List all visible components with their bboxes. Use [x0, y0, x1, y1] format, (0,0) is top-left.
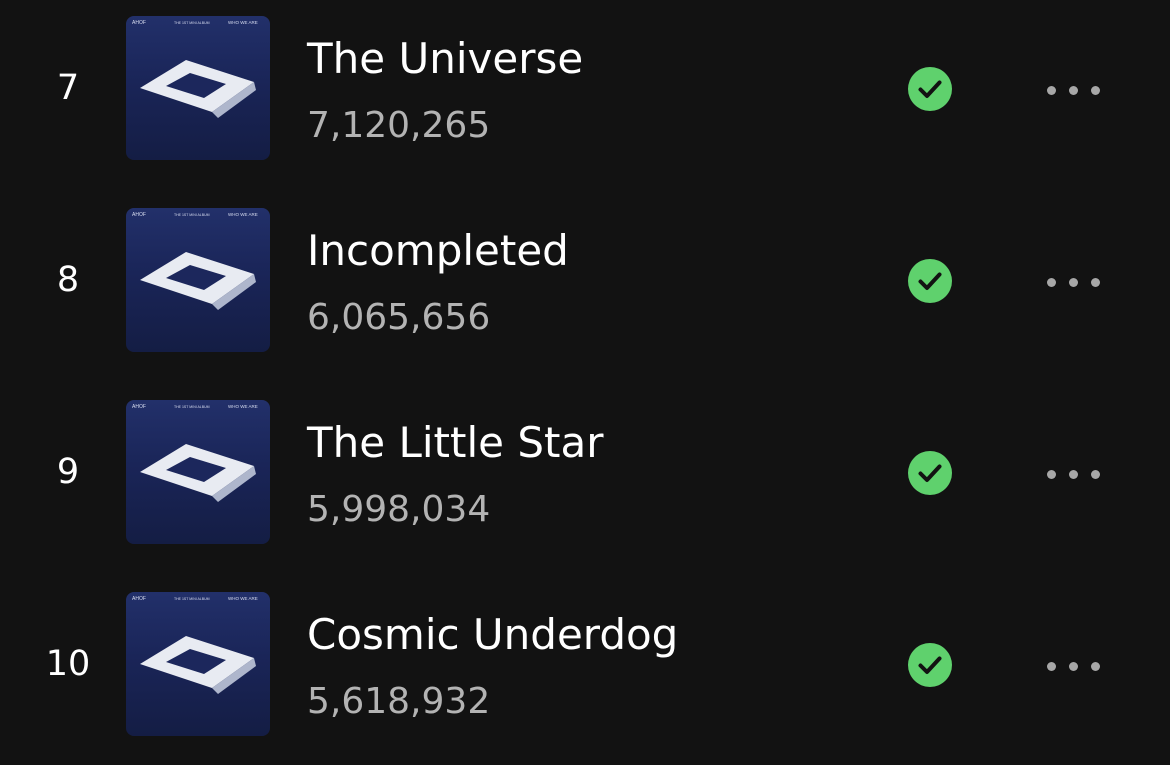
track-rank: 7 — [56, 68, 80, 108]
track-rank: 8 — [56, 260, 80, 300]
cover-album-text: THE 1ST MINI ALBUM — [174, 213, 210, 217]
track-list: 7 AHOF THE 1ST MINI ALBUM WHO WE ARE The… — [0, 0, 1170, 765]
cover-diamond-logo — [140, 444, 256, 502]
cover-album-text: THE 1ST MINI ALBUM — [174, 21, 210, 25]
more-dot — [1091, 278, 1100, 287]
more-dot — [1069, 662, 1078, 671]
track-title: The Little Star — [307, 418, 604, 467]
track-title: Incompleted — [307, 226, 569, 275]
check-circle-icon — [908, 643, 952, 687]
track-row[interactable]: 10 AHOF THE 1ST MINI ALBUM WHO WE ARE Co… — [0, 592, 1170, 742]
play-count: 5,618,932 — [307, 681, 491, 722]
cover-diamond-logo — [140, 636, 256, 694]
album-cover: AHOF THE 1ST MINI ALBUM WHO WE ARE — [126, 400, 270, 544]
more-horizontal-icon — [1047, 470, 1056, 479]
more-dot — [1091, 662, 1100, 671]
cover-title-text: WHO WE ARE — [228, 20, 258, 25]
more-dot — [1069, 86, 1078, 95]
track-title: The Universe — [307, 34, 584, 83]
check-circle-icon — [908, 67, 952, 111]
cover-title-text: WHO WE ARE — [228, 404, 258, 409]
more-dot — [1069, 470, 1078, 479]
play-count: 7,120,265 — [307, 105, 491, 146]
track-title: Cosmic Underdog — [307, 610, 679, 659]
track-row[interactable]: 7 AHOF THE 1ST MINI ALBUM WHO WE ARE The… — [0, 16, 1170, 166]
more-dot — [1091, 86, 1100, 95]
cover-title-text: WHO WE ARE — [228, 596, 258, 601]
cover-album-text: THE 1ST MINI ALBUM — [174, 597, 210, 601]
album-cover: AHOF THE 1ST MINI ALBUM WHO WE ARE — [126, 16, 270, 160]
track-row[interactable]: 9 AHOF THE 1ST MINI ALBUM WHO WE ARE The… — [0, 400, 1170, 550]
play-count: 6,065,656 — [307, 297, 491, 338]
check-circle-icon — [908, 259, 952, 303]
cover-artist-text: AHOF — [132, 404, 146, 410]
cover-artist-text: AHOF — [132, 596, 146, 602]
more-dot — [1091, 470, 1100, 479]
track-rank: 10 — [45, 644, 91, 684]
track-row[interactable]: 8 AHOF THE 1ST MINI ALBUM WHO WE ARE Inc… — [0, 208, 1170, 358]
cover-diamond-logo — [140, 60, 256, 118]
more-horizontal-icon — [1047, 86, 1056, 95]
cover-title-text: WHO WE ARE — [228, 212, 258, 217]
track-rank: 9 — [56, 452, 80, 492]
more-horizontal-icon — [1047, 278, 1056, 287]
cover-artist-text: AHOF — [132, 20, 146, 26]
more-horizontal-icon — [1047, 662, 1056, 671]
cover-artist-text: AHOF — [132, 212, 146, 218]
cover-album-text: THE 1ST MINI ALBUM — [174, 405, 210, 409]
more-options-button[interactable] — [1030, 643, 1120, 687]
play-count: 5,998,034 — [307, 489, 491, 530]
more-options-button[interactable] — [1030, 451, 1120, 495]
album-cover: AHOF THE 1ST MINI ALBUM WHO WE ARE — [126, 592, 270, 736]
more-options-button[interactable] — [1030, 259, 1120, 303]
cover-diamond-logo — [140, 252, 256, 310]
more-dot — [1069, 278, 1078, 287]
album-cover: AHOF THE 1ST MINI ALBUM WHO WE ARE — [126, 208, 270, 352]
more-options-button[interactable] — [1030, 67, 1120, 111]
check-circle-icon — [908, 451, 952, 495]
